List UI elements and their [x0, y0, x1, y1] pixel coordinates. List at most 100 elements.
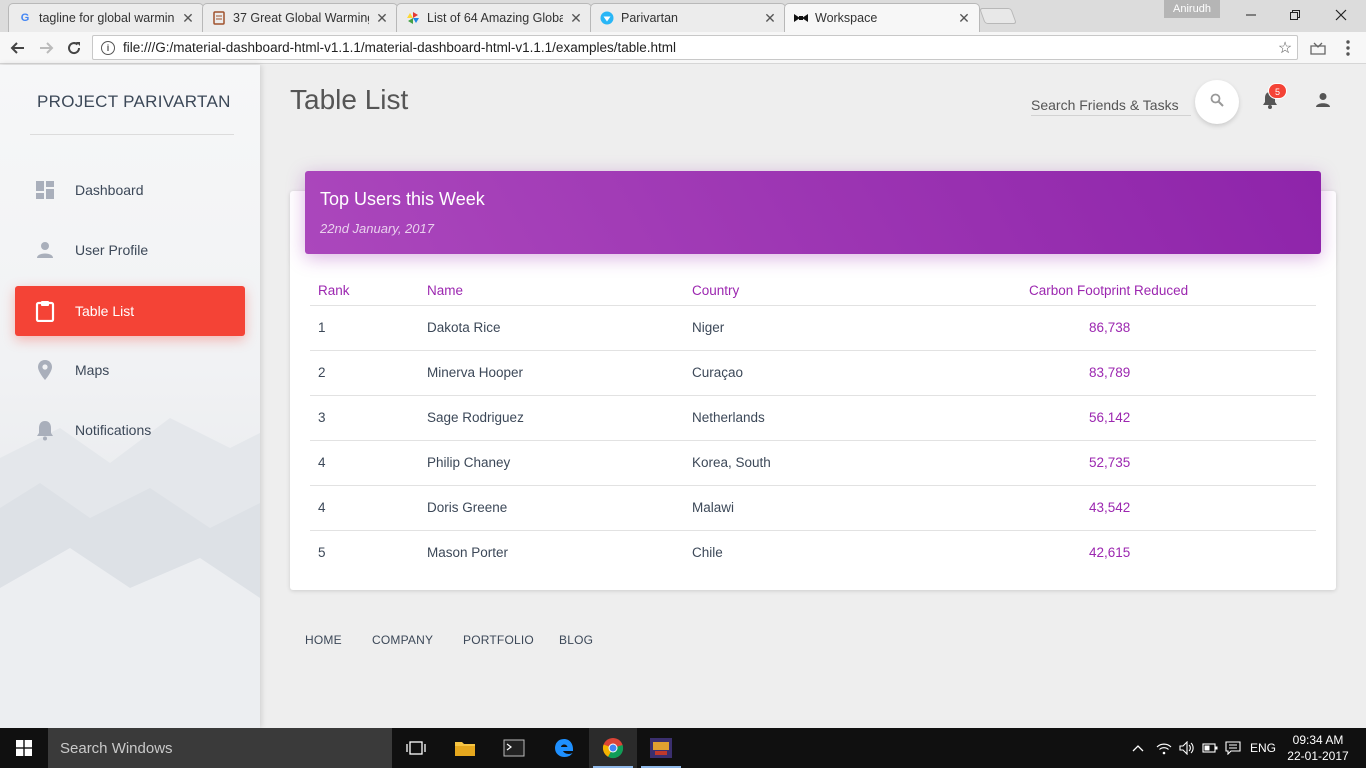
bookmark-star-icon[interactable]: ☆	[1273, 38, 1297, 58]
sidebar-item-label: Maps	[75, 362, 110, 378]
sidebar-item-maps[interactable]: Maps	[15, 345, 245, 395]
person-icon	[15, 240, 75, 260]
country-cell: Netherlands	[692, 410, 765, 425]
close-icon[interactable]: ✕	[375, 10, 389, 27]
document-icon	[211, 10, 227, 26]
tab-title: 37 Great Global Warming	[233, 11, 369, 25]
browser-tab[interactable]: List of 64 Amazing Globa ✕	[396, 3, 592, 32]
address-bar[interactable]: i file:///G:/material-dashboard-html-v1.…	[92, 35, 1298, 60]
row-divider	[310, 485, 1316, 486]
restore-icon[interactable]	[1272, 0, 1318, 30]
new-tab-button[interactable]	[979, 8, 1017, 24]
footer-link-home[interactable]: HOME	[305, 633, 342, 647]
sidebar-item-label: User Profile	[75, 242, 149, 258]
notification-badge: 5	[1268, 83, 1287, 99]
column-header-rank: Rank	[318, 283, 350, 298]
windows-start-icon[interactable]	[0, 728, 48, 768]
file-explorer-icon[interactable]	[441, 728, 489, 768]
search-button[interactable]	[1195, 80, 1239, 124]
card-title: Top Users this Week	[320, 189, 485, 209]
rank-cell: 4	[318, 455, 326, 470]
person-icon	[1315, 92, 1331, 113]
close-icon[interactable]: ✕	[957, 10, 971, 27]
tab-title: Parivartan	[621, 11, 678, 25]
taskbar-search-box[interactable]: Search Windows	[48, 728, 392, 768]
browser-tab[interactable]: 37 Great Global Warming ✕	[202, 3, 398, 32]
row-divider	[310, 350, 1316, 351]
sidebar-divider	[30, 134, 234, 135]
bowtie-icon	[793, 10, 809, 26]
system-clock[interactable]: 09:34 AM 22-01-2017	[1286, 732, 1350, 764]
country-cell: Niger	[692, 320, 725, 335]
browser-profile-name[interactable]: Anirudh	[1164, 0, 1220, 18]
minimize-icon[interactable]	[1228, 0, 1274, 30]
name-cell: Minerva Hooper	[427, 365, 524, 380]
name-cell: Sage Rodriguez	[427, 410, 524, 425]
footer-link-company[interactable]: COMPANY	[372, 633, 433, 647]
carbon-cell: 86,738	[1089, 320, 1131, 335]
browser-tab[interactable]: G tagline for global warmin ✕	[8, 3, 204, 32]
row-divider	[310, 440, 1316, 441]
tab-title: tagline for global warmin	[39, 11, 175, 25]
menu-icon[interactable]	[1336, 36, 1360, 60]
browser-toolbar: i file:///G:/material-dashboard-html-v1.…	[0, 32, 1366, 64]
sidebar-item-label: Notifications	[75, 422, 152, 438]
extension-icon[interactable]	[1306, 36, 1330, 60]
input-language[interactable]: ENG	[1246, 728, 1280, 768]
browser-tab-active[interactable]: Workspace ✕	[784, 3, 980, 32]
column-header-name: Name	[427, 283, 464, 298]
diamond-icon	[599, 10, 615, 26]
close-icon[interactable]: ✕	[763, 10, 777, 27]
table-header-divider	[310, 305, 1316, 306]
volume-icon[interactable]	[1176, 728, 1198, 768]
command-prompt-icon[interactable]	[490, 728, 538, 768]
sidebar-item-user-profile[interactable]: User Profile	[15, 225, 245, 275]
footer-link-portfolio[interactable]: PORTFOLIO	[463, 633, 534, 647]
clipboard-icon	[15, 300, 75, 322]
windows-taskbar: Search Windows ENG 09:34 AM 22-01-2017	[0, 728, 1366, 768]
info-icon[interactable]: i	[101, 40, 115, 55]
row-divider	[310, 395, 1316, 396]
sidebar-item-notifications[interactable]: Notifications	[15, 405, 245, 455]
close-icon[interactable]: ✕	[181, 10, 195, 27]
back-arrow-icon[interactable]	[6, 36, 30, 60]
sidebar-item-label: Table List	[75, 303, 135, 319]
game-app-icon[interactable]	[637, 728, 685, 768]
brand-logo-text[interactable]: PROJECT PARIVARTAN	[37, 92, 231, 112]
search-input[interactable]	[1031, 94, 1191, 116]
name-cell: Doris Greene	[427, 500, 508, 515]
chevron-up-icon[interactable]	[1128, 728, 1148, 768]
wifi-icon[interactable]	[1153, 728, 1175, 768]
close-icon[interactable]: ✕	[569, 10, 583, 27]
sidebar-item-label: Dashboard	[75, 182, 144, 198]
carbon-cell: 83,789	[1089, 365, 1131, 380]
task-view-icon[interactable]	[392, 728, 440, 768]
page-title[interactable]: Table List	[290, 84, 408, 116]
rank-cell: 2	[318, 365, 326, 380]
chrome-browser-icon[interactable]	[589, 728, 637, 768]
clock-date: 22-01-2017	[1287, 749, 1349, 763]
reload-icon[interactable]	[62, 36, 86, 60]
battery-icon[interactable]	[1199, 728, 1221, 768]
google-g-icon: G	[20, 12, 30, 24]
forward-arrow-icon[interactable]	[34, 36, 58, 60]
profile-button[interactable]	[1311, 90, 1335, 114]
search-icon	[1210, 93, 1224, 112]
carbon-cell: 56,142	[1089, 410, 1131, 425]
dashboard-icon	[15, 180, 75, 200]
action-center-icon[interactable]	[1222, 728, 1244, 768]
name-cell: Mason Porter	[427, 545, 509, 560]
browser-tab[interactable]: Parivartan ✕	[590, 3, 786, 32]
carbon-cell: 52,735	[1089, 455, 1131, 470]
sidebar-item-table-list[interactable]: Table List	[15, 286, 245, 336]
close-window-icon[interactable]	[1318, 0, 1364, 30]
sidebar-item-dashboard[interactable]: Dashboard	[15, 165, 245, 215]
edge-browser-icon[interactable]	[540, 728, 588, 768]
tab-title: Workspace	[815, 11, 878, 25]
country-cell: Malawi	[692, 500, 735, 515]
name-cell: Philip Chaney	[427, 455, 511, 470]
sidebar: PROJECT PARIVARTAN Dashboard User Profil…	[0, 65, 260, 728]
footer-link-blog[interactable]: BLOG	[559, 633, 593, 647]
url-text: file:///G:/material-dashboard-html-v1.1.…	[123, 40, 676, 55]
row-divider	[310, 530, 1316, 531]
